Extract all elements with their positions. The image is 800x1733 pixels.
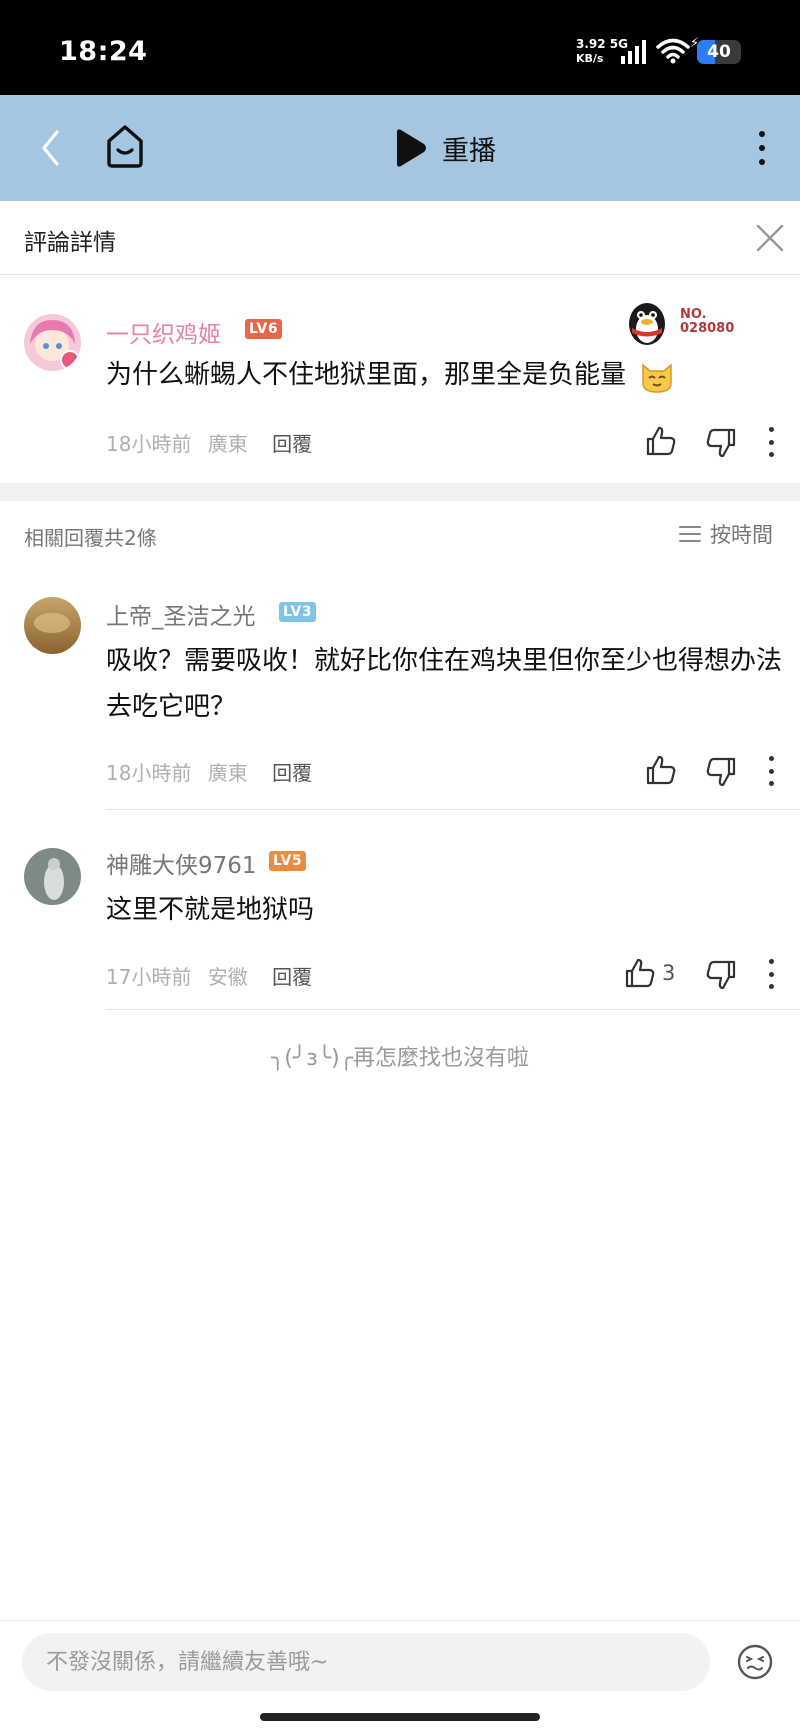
comment-location: 廣東 — [207, 432, 248, 456]
thumbs-down-icon[interactable] — [704, 958, 738, 992]
comment-detail-bar: 評論詳情 — [0, 201, 800, 275]
reply-item: 上帝_圣洁之光 LV3 吸收？需要吸收！就好比你住在鸡块里但你至少也得想办法去吃… — [0, 567, 800, 810]
end-of-list-text: ╮(╯з╰)╭再怎麼找也沒有啦 — [271, 1046, 529, 1071]
app-header: 重播 — [0, 95, 800, 201]
comment-location: 廣東 — [207, 761, 248, 785]
comment-time: 18小時前 — [106, 761, 192, 785]
more-icon[interactable] — [750, 123, 774, 173]
badge-no: NO. — [680, 307, 707, 322]
net-speed-unit: KB/s — [576, 52, 604, 65]
thumbs-up-icon[interactable] — [623, 956, 657, 990]
comment-text: 吸收？需要吸收！就好比你住在鸡块里但你至少也得想办法去吃它吧？ — [106, 646, 783, 722]
avatar[interactable] — [24, 848, 81, 905]
fan-badge: NO. 028080 — [624, 298, 764, 352]
back-icon[interactable] — [28, 123, 78, 173]
thumbs-down-icon[interactable] — [704, 755, 738, 789]
net-speed-value: 3.92 — [576, 37, 606, 51]
cat-emoji-icon — [642, 362, 673, 393]
badge-number: 028080 — [680, 321, 735, 336]
comment-meta: 17小時前 安徽 回覆 — [106, 961, 312, 990]
like-count: 3 — [662, 961, 676, 985]
replies-count: 相關回覆共2條 — [24, 526, 157, 550]
reply-item: 神雕大侠9761 LV5 这里不就是地狱吗 17小時前 安徽 回覆 3 — [0, 810, 800, 1010]
battery-level: 40 — [707, 42, 731, 62]
comment-text-body: 为什么蜥蜴人不住地狱里面，那里全是负能量 — [106, 360, 627, 390]
replies-header: 相關回覆共2條 按時間 — [0, 501, 800, 567]
main-comment: 一只织鸡姬 LV6 NO. 028080 为什么蜥蜴人不住地狱里面，那里全是负能… — [0, 276, 800, 483]
status-time: 18:24 — [59, 36, 148, 67]
level-badge: LV3 — [279, 602, 317, 622]
home-indicator — [260, 1713, 540, 1721]
level-badge: LV5 — [269, 851, 307, 871]
reply-button[interactable]: 回覆 — [272, 965, 312, 989]
username[interactable]: 神雕大侠9761 — [106, 846, 257, 880]
page-title: 評論詳情 — [24, 230, 116, 256]
status-bar: 18:24 3.92 5G KB/s ⚡ 40 — [0, 0, 800, 95]
sort-button[interactable]: 按時間 — [678, 520, 773, 548]
home-icon[interactable] — [100, 119, 150, 173]
bottom-bar — [0, 1620, 800, 1733]
thumbs-down-icon[interactable] — [704, 426, 738, 460]
comment-time: 17小時前 — [106, 965, 192, 989]
signal-icon — [621, 40, 646, 64]
comment-location: 安徽 — [207, 965, 248, 989]
comment-time: 18小時前 — [106, 432, 192, 456]
replay-label: 重播 — [442, 135, 496, 167]
penguin-icon — [629, 303, 665, 345]
comment-input[interactable] — [22, 1633, 710, 1691]
comment-meta: 18小時前 廣東 回覆 — [106, 428, 312, 457]
comment-text: 为什么蜥蜴人不住地狱里面，那里全是负能量 — [106, 352, 786, 398]
sort-label: 按時間 — [710, 523, 773, 547]
comment-more-icon[interactable] — [767, 427, 775, 457]
reply-button[interactable]: 回覆 — [272, 432, 312, 456]
emoji-icon[interactable] — [736, 1643, 774, 1681]
battery-indicator: 40 — [697, 40, 741, 64]
close-icon[interactable] — [754, 222, 786, 254]
play-icon — [397, 129, 426, 167]
reply-divider — [106, 1009, 800, 1010]
section-divider — [0, 483, 800, 501]
avatar[interactable] — [24, 597, 81, 654]
level-badge: LV6 — [245, 319, 283, 339]
comment-more-icon[interactable] — [767, 756, 775, 786]
comment-text: 这里不就是地狱吗 — [106, 895, 315, 925]
comment-meta: 18小時前 廣東 回覆 — [106, 757, 312, 786]
reply-button[interactable]: 回覆 — [272, 761, 312, 785]
username-text: 一只织鸡姬 — [106, 322, 221, 348]
username[interactable]: 一只织鸡姬 — [106, 315, 221, 349]
wifi-icon — [656, 38, 690, 64]
thumbs-up-icon[interactable] — [644, 424, 678, 458]
sort-icon — [679, 526, 701, 542]
avatar[interactable] — [24, 314, 81, 371]
username[interactable]: 上帝_圣洁之光 — [106, 597, 256, 631]
replay-button[interactable]: 重播 — [392, 125, 496, 171]
comment-more-icon[interactable] — [767, 959, 775, 989]
thumbs-up-icon[interactable] — [644, 753, 678, 787]
